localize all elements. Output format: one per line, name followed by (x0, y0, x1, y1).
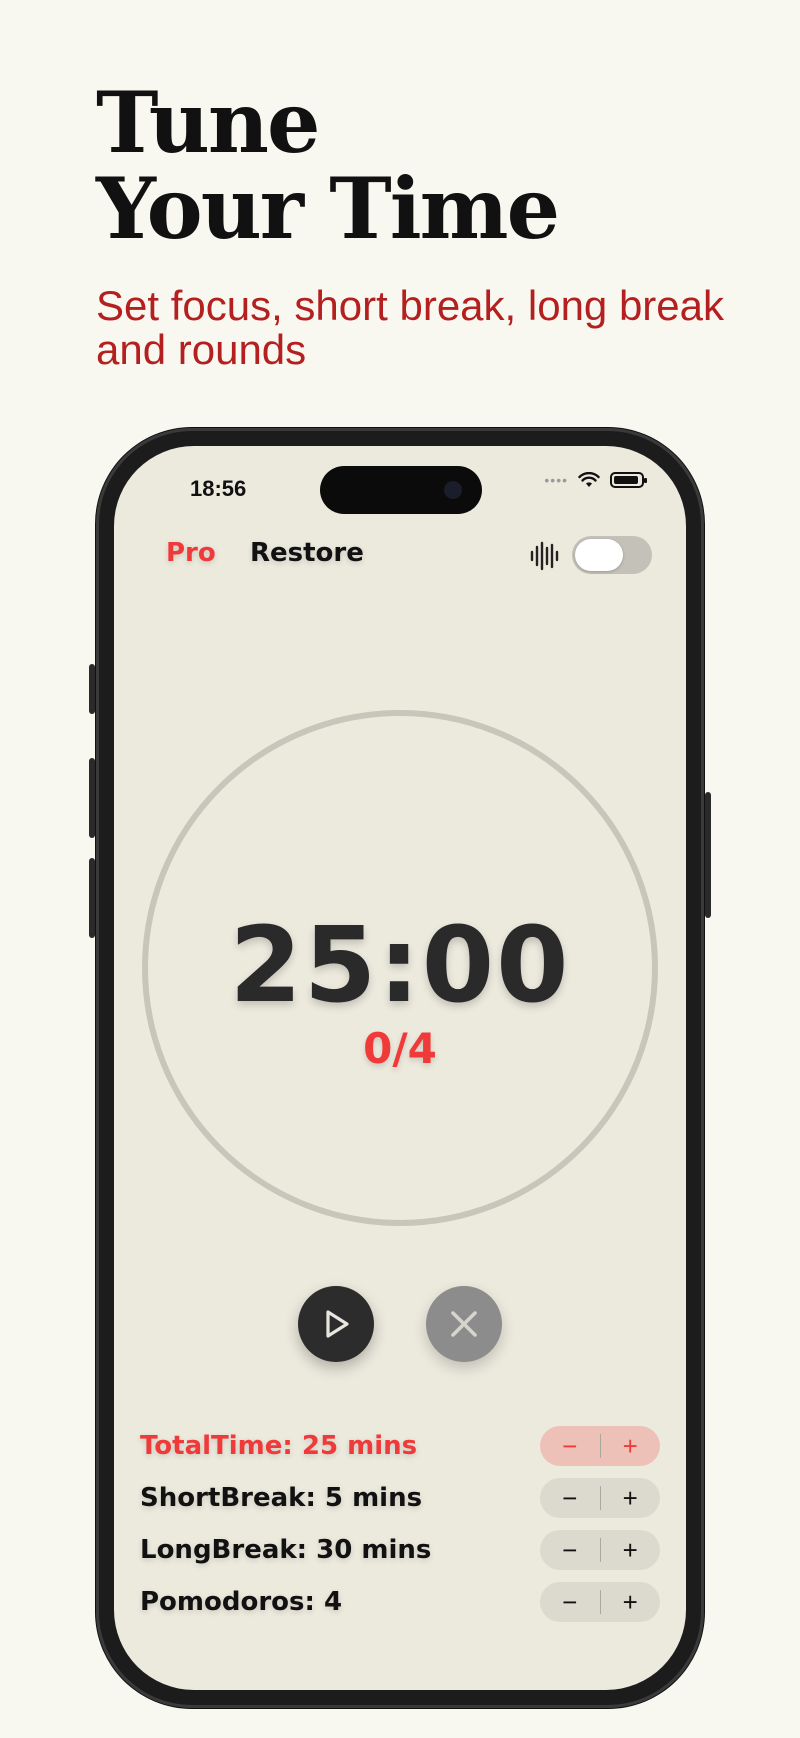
decrement-button[interactable]: − (540, 1530, 600, 1570)
power-button (705, 792, 711, 918)
play-icon (326, 1310, 349, 1338)
stop-button[interactable] (426, 1286, 502, 1362)
increment-button[interactable]: + (601, 1530, 661, 1570)
app-screen: 18:56 •••• Pro Restore 25:00 0/4 TotalTi… (114, 446, 686, 1690)
sound-toggle[interactable] (572, 536, 652, 574)
headline-line-2: Your Time (96, 159, 560, 258)
status-time: 18:56 (190, 476, 247, 501)
status-icons: •••• (544, 472, 647, 488)
pro-button[interactable]: Pro (166, 538, 216, 568)
decrement-button[interactable]: − (540, 1582, 600, 1622)
setting-row-short-break: ShortBreak: 5 mins − + (140, 1472, 660, 1524)
battery-icon (610, 472, 647, 488)
increment-button[interactable]: + (601, 1426, 661, 1466)
wifi-icon (578, 472, 600, 487)
toggle-knob (575, 539, 623, 571)
rounds-counter: 0/4 (363, 1024, 437, 1073)
dynamic-island (320, 466, 482, 514)
signal-icon: •••• (544, 472, 568, 488)
headline: Tune Your Time (96, 73, 560, 258)
setting-label: LongBreak: 30 mins (140, 1535, 432, 1565)
headline-line-1: Tune (96, 73, 320, 172)
setting-row-pomodoros: Pomodoros: 4 − + (140, 1576, 660, 1628)
long-break-stepper: − + (540, 1530, 660, 1570)
play-button[interactable] (298, 1286, 374, 1362)
restore-button[interactable]: Restore (250, 538, 364, 568)
total-time-stepper: − + (540, 1426, 660, 1466)
setting-label: ShortBreak: 5 mins (140, 1483, 423, 1513)
close-icon (451, 1311, 477, 1337)
setting-label: TotalTime: 25 mins (140, 1431, 418, 1461)
pomodoros-stepper: − + (540, 1582, 660, 1622)
subtitle: Set focus, short break, long break and r… (96, 282, 725, 373)
short-break-stepper: − + (540, 1478, 660, 1518)
decrement-button[interactable]: − (540, 1426, 600, 1466)
settings-list: TotalTime: 25 mins − + ShortBreak: 5 min… (140, 1420, 660, 1628)
setting-row-long-break: LongBreak: 30 mins − + (140, 1524, 660, 1576)
phone-frame: 18:56 •••• Pro Restore 25:00 0/4 TotalTi… (89, 428, 711, 1708)
volume-up-button (89, 758, 95, 838)
top-bar: Pro Restore (114, 530, 686, 580)
timer-display: 25:00 (229, 904, 571, 1026)
increment-button[interactable]: + (601, 1582, 661, 1622)
waveform-icon (530, 541, 559, 571)
decrement-button[interactable]: − (540, 1478, 600, 1518)
increment-button[interactable]: + (601, 1478, 661, 1518)
camera-icon (444, 481, 462, 499)
setting-row-total-time: TotalTime: 25 mins − + (140, 1420, 660, 1472)
setting-label: Pomodoros: 4 (140, 1587, 343, 1617)
volume-down-button (89, 858, 95, 938)
action-button (89, 664, 95, 714)
